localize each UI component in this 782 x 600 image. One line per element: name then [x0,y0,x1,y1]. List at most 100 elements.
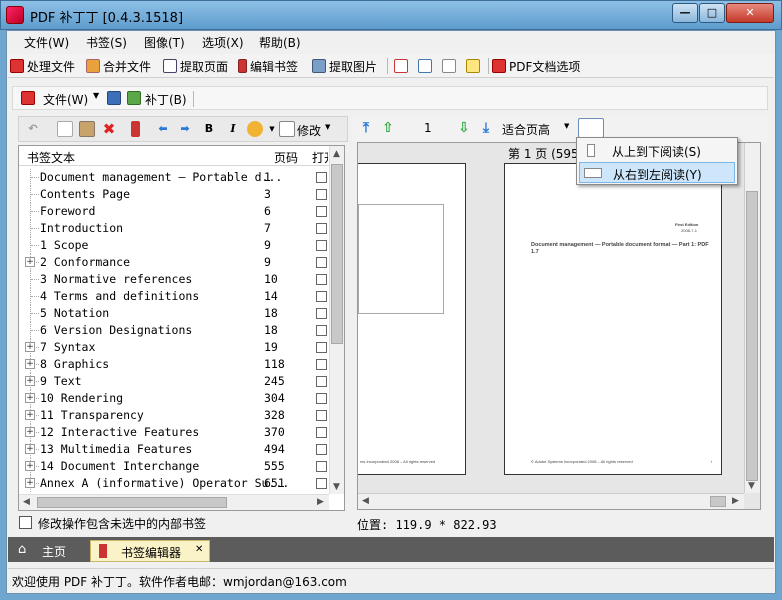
page-number-input[interactable]: 1 [424,121,432,135]
tree-row[interactable]: +14 Document Interchange 555 [19,458,327,475]
bookmark-title[interactable]: Annex A (informative) Operator Su... [40,476,289,490]
open-checkbox[interactable] [316,461,327,472]
open-checkbox[interactable] [316,257,327,268]
menu-help[interactable]: 帮助(B) [259,34,301,51]
open-checkbox[interactable] [316,444,327,455]
chevron-down-icon[interactable]: ▼ [93,91,99,100]
scroll-right-icon[interactable]: ▶ [317,497,324,507]
bookmark-icon[interactable] [131,121,140,137]
extract-pages-button[interactable]: 提取页面 [163,57,228,75]
color-icon[interactable] [247,121,263,137]
scroll-left-icon[interactable]: ◀ [362,496,369,506]
bookmark-title[interactable]: 3 Normative references [40,272,192,286]
expand-icon[interactable]: + [25,461,35,471]
paste-icon[interactable] [79,121,95,137]
bookmark-title[interactable]: 9 Text [40,374,82,388]
expand-icon[interactable]: + [25,359,35,369]
menu-item-right-to-left[interactable]: 从右到左阅读(Y) [579,162,735,183]
bookmark-page[interactable]: 118 [264,357,285,371]
bookmark-title[interactable]: 13 Multimedia Features [40,442,192,456]
previous-page-icon[interactable]: ⇧ [380,120,396,136]
tab-bookmark-editor[interactable]: 书签编辑器 ✕ [90,540,210,562]
last-page-icon[interactable]: ⤓ [478,120,494,136]
scroll-up-icon[interactable]: ▲ [333,149,340,159]
open-checkbox[interactable] [316,427,327,438]
merge-file-button[interactable]: 合并文件 [86,57,151,75]
include-unselected-checkbox[interactable] [19,516,32,529]
scroll-thumb[interactable] [331,164,343,344]
column-text[interactable]: 书签文本 [27,149,75,166]
bookmark-title[interactable]: 10 Rendering [40,391,123,405]
menu-bookmark[interactable]: 书签(S) [86,34,127,51]
bookmark-page[interactable]: 1 [264,170,271,184]
tree-row[interactable]: 4 Terms and definitions 14 [19,288,327,305]
save-icon[interactable] [107,91,121,105]
open-checkbox[interactable] [316,359,327,370]
bookmark-title[interactable]: 4 Terms and definitions [40,289,199,303]
document-icon[interactable] [442,59,456,73]
tab-home[interactable]: ⌂ 主页 [14,540,90,562]
open-checkbox[interactable] [316,308,327,319]
expand-icon[interactable]: + [25,444,35,454]
bookmark-title[interactable]: 1 Scope [40,238,88,252]
extract-images-button[interactable]: 提取图片 [312,57,377,75]
tree-row[interactable]: +13 Multimedia Features 494 [19,441,327,458]
bookmark-title[interactable]: 12 Interactive Features [40,425,199,439]
arrow-left-icon[interactable]: ⬅ [155,121,171,137]
bookmark-title[interactable]: 14 Document Interchange [40,459,199,473]
scroll-right-icon[interactable]: ▶ [732,496,739,506]
bookmark-title[interactable]: 6 Version Designations [40,323,192,337]
open-checkbox[interactable] [316,274,327,285]
font-icon[interactable] [466,59,480,73]
bookmark-page[interactable]: 651 [264,476,285,490]
open-checkbox[interactable] [316,172,327,183]
bookmark-title[interactable]: Contents Page [40,187,130,201]
expand-icon[interactable]: + [25,376,35,386]
scroll-down-icon[interactable]: ▼ [748,481,755,491]
delete-icon[interactable]: ✖ [101,121,117,137]
pdf-search-icon[interactable] [394,59,408,73]
pdf-options-button[interactable]: PDF文档选项 [492,57,580,75]
bookmark-page[interactable]: 328 [264,408,285,422]
bookmark-page[interactable]: 14 [264,289,278,303]
bookmark-page[interactable]: 6 [264,204,271,218]
bookmark-title[interactable]: 2 Conformance [40,255,130,269]
reading-direction-button[interactable] [578,118,604,138]
tree-row[interactable]: 5 Notation 18 [19,305,327,322]
tree-row[interactable]: +2 Conformance 9 [19,254,327,271]
expand-icon[interactable]: + [25,410,35,420]
bookmark-title[interactable]: 5 Notation [40,306,109,320]
tree-row[interactable]: +7 Syntax 19 [19,339,327,356]
scroll-left-icon[interactable]: ◀ [23,497,30,507]
open-checkbox[interactable] [316,189,327,200]
tree-row[interactable]: Foreword 6 [19,203,327,220]
bookmark-page[interactable]: 370 [264,425,285,439]
page-down-icon[interactable] [418,59,432,73]
process-file-button[interactable]: 处理文件 [10,57,75,75]
bookmark-page[interactable]: 9 [264,255,271,269]
minimize-button[interactable]: — [672,3,698,23]
bookmark-title[interactable]: Foreword [40,204,95,218]
open-checkbox[interactable] [316,223,327,234]
scroll-thumb[interactable] [710,496,726,507]
scroll-thumb[interactable] [37,497,227,508]
bookmark-page[interactable]: 19 [264,340,278,354]
horizontal-scrollbar[interactable] [358,493,744,509]
tree-row[interactable]: Document management — Portable d... 1 [19,169,327,186]
scroll-thumb[interactable] [746,191,758,481]
bookmark-page[interactable]: 245 [264,374,285,388]
bookmark-tree[interactable]: 书签文本 页码 打开 Document management — Portabl… [18,145,345,511]
zoom-mode-select[interactable]: 适合页高 [502,121,550,138]
open-checkbox[interactable] [316,291,327,302]
open-checkbox[interactable] [316,206,327,217]
italic-button[interactable]: I [225,121,241,137]
arrow-right-icon[interactable]: ➡ [177,121,193,137]
tree-row[interactable]: +9 Text 245 [19,373,327,390]
bookmark-page[interactable]: 304 [264,391,285,405]
tree-row[interactable]: +12 Interactive Features 370 [19,424,327,441]
tab-close-icon[interactable]: ✕ [195,544,203,555]
page-preview[interactable]: ms Incorporated 2008 – All rights reserv… [357,142,761,510]
bookmark-title[interactable]: 7 Syntax [40,340,95,354]
scroll-down-icon[interactable]: ▼ [333,482,340,492]
menu-item-top-to-bottom[interactable]: 从上到下阅读(S) [579,140,735,161]
